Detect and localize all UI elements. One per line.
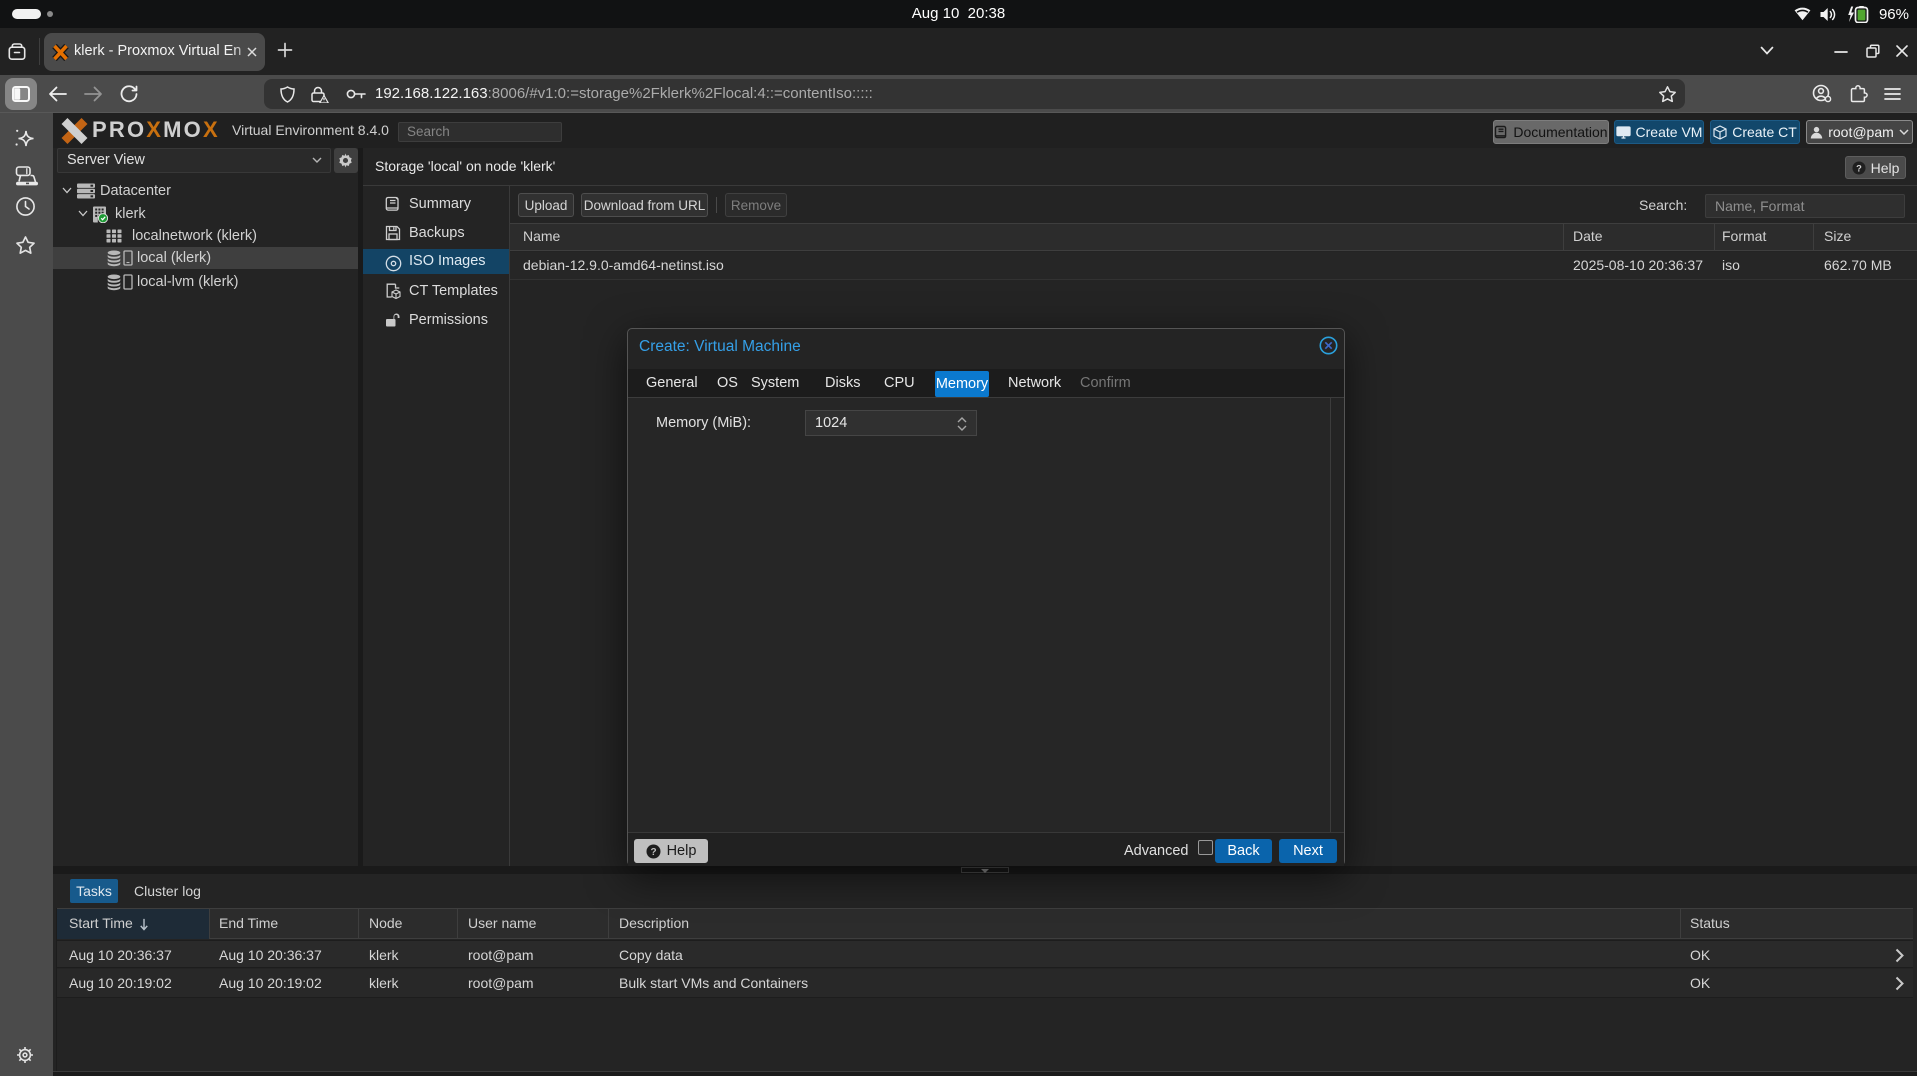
svg-text:?: ? (650, 847, 656, 858)
svg-text:?: ? (1856, 163, 1862, 173)
